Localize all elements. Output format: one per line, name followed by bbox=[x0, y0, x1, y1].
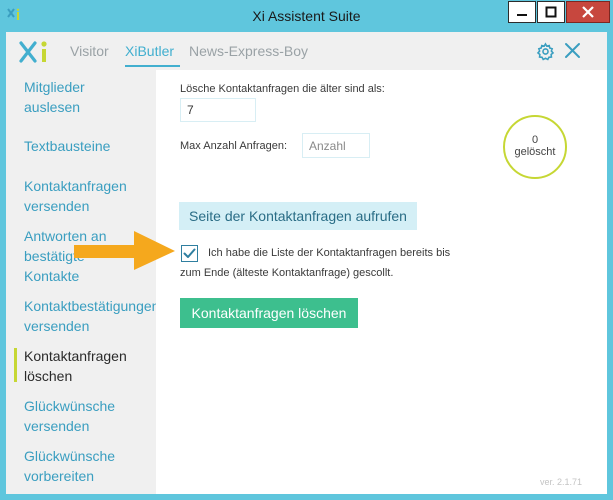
close-x-icon[interactable] bbox=[564, 42, 581, 59]
version-label: ver. 2.1.71 bbox=[540, 477, 583, 487]
sidebar-item-label: auslesen bbox=[24, 99, 81, 115]
older-than-input[interactable] bbox=[180, 98, 256, 122]
sidebar-item-label: versenden bbox=[24, 418, 90, 434]
deleted-counter: 0 gelöscht bbox=[503, 115, 567, 179]
minimize-button[interactable] bbox=[508, 1, 536, 23]
older-than-label: Lösche Kontaktanfragen die älter sind al… bbox=[180, 83, 385, 95]
sidebar-item-label: Glückwünsche bbox=[24, 398, 116, 414]
sidebar-item-label: Mitglieder bbox=[24, 79, 85, 95]
open-requests-page-button[interactable]: Seite der Kontaktanfragen aufrufen bbox=[179, 202, 417, 230]
sidebar-item-label: Kontaktanfragen bbox=[24, 348, 127, 364]
window-client-area: Visitor XiButler News-Express-Boy Mitgli… bbox=[6, 32, 607, 494]
sidebar-item-label: Kontaktbestätigungen bbox=[24, 298, 160, 314]
window-titlebar: Xi Assistent Suite bbox=[0, 0, 613, 32]
checkbox-text-line2: zum Ende (älteste Kontaktanfrage) gescol… bbox=[180, 267, 394, 279]
deleted-count-label: gelöscht bbox=[514, 146, 556, 158]
sidebar-item-kontaktanfragen-versenden[interactable]: Kontaktanfragen versenden bbox=[24, 176, 127, 216]
sidebar-item-kontaktanfragen-loeschen[interactable]: Kontaktanfragen löschen bbox=[24, 346, 127, 386]
tab-news-express-boy[interactable]: News-Express-Boy bbox=[189, 43, 308, 59]
sidebar-item-label: Kontaktanfragen bbox=[24, 178, 127, 194]
sidebar-item-mitglieder-auslesen[interactable]: Mitglieder auslesen bbox=[24, 77, 85, 117]
sidebar-item-label: löschen bbox=[24, 368, 73, 384]
minimize-icon bbox=[517, 14, 527, 16]
close-icon bbox=[582, 6, 594, 18]
main-content: Lösche Kontaktanfragen die älter sind al… bbox=[156, 70, 607, 494]
sidebar-item-glueckwuensche-versenden[interactable]: Glückwünsche versenden bbox=[24, 396, 115, 436]
tab-xibutler[interactable]: XiButler bbox=[125, 43, 174, 59]
tab-visitor[interactable]: Visitor bbox=[70, 43, 109, 59]
check-icon bbox=[183, 248, 196, 258]
checkbox-text-line1: Ich habe die Liste der Kontaktanfragen b… bbox=[208, 247, 451, 259]
sidebar-item-kontaktbestaetigungen-versenden[interactable]: Kontaktbestätigungen versenden bbox=[24, 296, 159, 336]
arrow-annotation bbox=[74, 231, 175, 270]
gear-icon[interactable] bbox=[536, 42, 555, 61]
scrolled-confirm-checkbox[interactable] bbox=[181, 245, 198, 262]
sidebar-item-label: Glückwünsche bbox=[24, 448, 116, 464]
tab-bar: Visitor XiButler News-Express-Boy bbox=[6, 32, 607, 70]
deleted-count: 0 bbox=[531, 134, 539, 146]
sidebar-item-label: versenden bbox=[24, 198, 90, 214]
sidebar-item-textbausteine[interactable]: Textbausteine bbox=[24, 136, 110, 156]
active-tab-underline bbox=[125, 65, 180, 67]
sidebar: Mitglieder auslesen Textbausteine Kontak… bbox=[6, 70, 159, 494]
sidebar-item-label: versenden bbox=[24, 318, 90, 334]
xi-logo bbox=[19, 41, 47, 63]
max-requests-input[interactable] bbox=[302, 133, 370, 158]
sidebar-item-glueckwuensche-vorbereiten[interactable]: Glückwünsche vorbereiten bbox=[24, 446, 115, 486]
maximize-icon bbox=[545, 6, 557, 18]
close-window-button[interactable] bbox=[566, 1, 610, 23]
maximize-button[interactable] bbox=[537, 1, 565, 23]
sidebar-item-label: Textbausteine bbox=[24, 138, 111, 154]
sidebar-item-label: vorbereiten bbox=[24, 468, 95, 484]
active-item-indicator bbox=[14, 348, 17, 382]
max-requests-label: Max Anzahl Anfragen: bbox=[180, 140, 288, 152]
delete-requests-button[interactable]: Kontaktanfragen löschen bbox=[180, 298, 358, 328]
